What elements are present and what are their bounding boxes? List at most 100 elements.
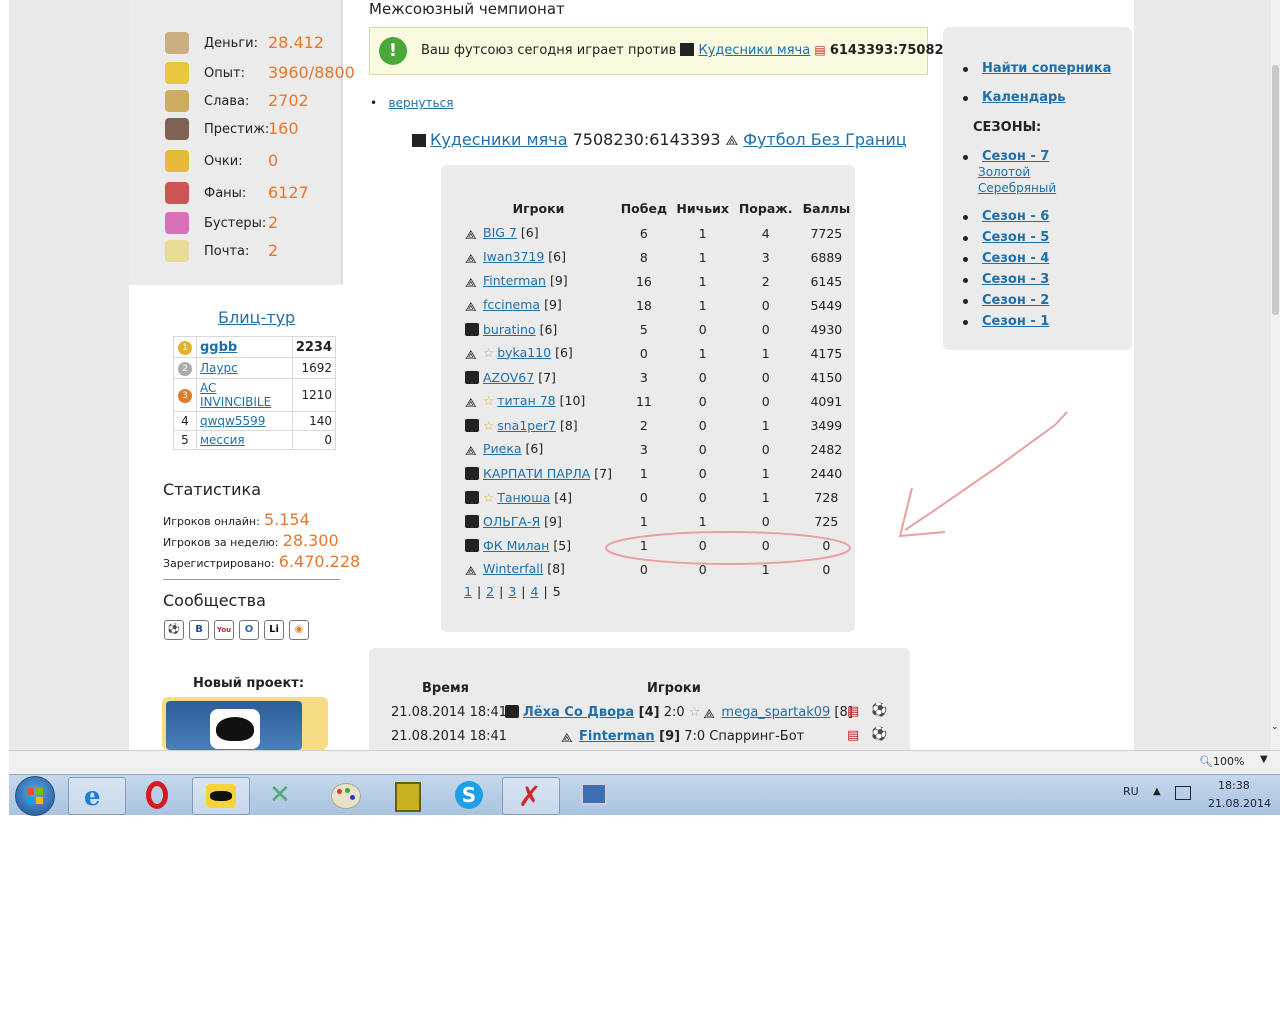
stat-value: 2: [268, 241, 279, 260]
odnoklassniki-icon[interactable]: O: [239, 620, 259, 640]
season-7-silver-link[interactable]: Серебряный: [978, 181, 1056, 195]
blitz-player-link[interactable]: Лаурс: [200, 361, 238, 375]
player-link[interactable]: buratino: [483, 322, 536, 337]
clock-time[interactable]: 18:38: [1218, 779, 1250, 792]
stat-value: 2: [268, 213, 279, 232]
start-button[interactable]: [15, 776, 55, 816]
match-players: Лёха Со Двора [4] 2:0 ☆ ⟁ mega_spartak09 […: [505, 705, 853, 721]
scrollbar-thumb[interactable]: [1272, 65, 1279, 315]
player-link[interactable]: AZOV67: [483, 370, 534, 385]
zoom-control[interactable]: 🔍︎100%: [1199, 755, 1244, 768]
player-link[interactable]: Finterman: [483, 273, 546, 288]
notice-box: ! Ваш футсоюз сегодня играет против Куде…: [369, 27, 962, 75]
team2-link[interactable]: Футбол Без Границ: [743, 130, 906, 149]
pirate-team-icon: [465, 370, 479, 384]
match-player2-link[interactable]: mega_spartak09: [721, 705, 830, 720]
match-report-icon[interactable]: ▤: [847, 704, 859, 719]
stat-cell: 8: [639, 249, 648, 265]
ranking-row: ⟁ ☆ byka110 [6] 0 1 1 4175: [461, 341, 855, 365]
stat-cell: 4150: [810, 369, 843, 385]
zoom-dropdown-icon[interactable]: ▼: [1260, 754, 1268, 765]
ball-icon[interactable]: ⚽: [871, 727, 887, 742]
calendar-link[interactable]: Календарь: [982, 90, 1066, 105]
find-opponent-link[interactable]: Найти соперника: [982, 61, 1111, 76]
ranking-row: ⟁ Finterman [9] 16 1 2 6145: [461, 269, 855, 293]
player-link[interactable]: fccinema: [483, 297, 540, 312]
vkontakte-icon[interactable]: B: [189, 620, 209, 640]
liveinternet-icon[interactable]: Li: [264, 620, 284, 640]
taskbar-opera[interactable]: [131, 777, 187, 813]
page-link[interactable]: 2: [486, 584, 494, 599]
stat-cell: 0: [698, 369, 707, 385]
taskbar-app4[interactable]: ✕: [255, 777, 311, 813]
football-community-icon[interactable]: ⚽: [164, 620, 184, 640]
player-link[interactable]: КАРПАТИ ПАРЛА: [483, 466, 590, 481]
match-player1-link[interactable]: Finterman: [579, 729, 655, 744]
clock-date[interactable]: 21.08.2014: [1208, 797, 1271, 810]
player-link[interactable]: Риека: [483, 441, 522, 456]
trophy-icon: [165, 150, 189, 172]
robot-icon: [395, 782, 421, 812]
season-link[interactable]: Сезон - 5: [982, 230, 1049, 245]
stat-cell: 3: [761, 249, 770, 265]
new-project-banner[interactable]: [162, 697, 328, 750]
ball-icon[interactable]: ⚽: [871, 703, 887, 718]
taskbar-app6[interactable]: [379, 777, 435, 813]
page-link[interactable]: 3: [508, 584, 516, 599]
player-link[interactable]: ОЛЬГА-Я: [483, 514, 540, 529]
team1-link[interactable]: Кудесники мяча: [430, 130, 568, 149]
player-link[interactable]: Танюша: [497, 490, 550, 505]
blitz-player-link[interactable]: qwqw5599: [200, 414, 265, 428]
season-link[interactable]: Сезон - 1: [982, 314, 1049, 329]
player-cell: ⟁ Iwan3719 [6]: [461, 245, 616, 269]
vertical-scrollbar[interactable]: ⌄: [1271, 0, 1280, 750]
taskbar-app8[interactable]: ✗: [502, 777, 560, 815]
page-link[interactable]: 4: [531, 584, 539, 599]
blitz-tour-link[interactable]: Блиц-тур: [218, 308, 295, 327]
season-link[interactable]: Сезон - 4: [982, 251, 1049, 266]
blitz-player-link[interactable]: ggbb: [200, 340, 237, 355]
player-level: [6]: [539, 321, 558, 337]
back-link[interactable]: вернуться: [389, 96, 454, 110]
stat-row: Фаны: 6127: [137, 180, 351, 208]
player-link[interactable]: byka110: [497, 345, 551, 360]
season-7-link[interactable]: Сезон - 7: [982, 149, 1049, 164]
language-indicator[interactable]: RU: [1123, 785, 1139, 798]
stat-cell: 0: [761, 369, 770, 385]
taskbar-skype[interactable]: S: [441, 777, 497, 813]
mail-world-icon[interactable]: ◉: [289, 620, 309, 640]
taskbar-ie[interactable]: e: [68, 777, 126, 815]
network-tray-icon[interactable]: [1175, 786, 1191, 800]
player-link[interactable]: sna1per7: [497, 418, 556, 433]
player-link[interactable]: Iwan3719: [483, 249, 544, 264]
match-report-icon[interactable]: ▤: [847, 728, 859, 743]
taskbar-paint[interactable]: [317, 777, 373, 813]
blitz-rank: 1: [173, 336, 197, 358]
stat-cell: 2: [761, 273, 770, 289]
youtube-icon[interactable]: You: [214, 620, 234, 640]
season-link[interactable]: Сезон - 3: [982, 272, 1049, 287]
player-level: [6]: [525, 440, 544, 456]
match-player1-link[interactable]: Лёха Со Двора: [523, 705, 634, 720]
taskbar-network[interactable]: [565, 777, 621, 813]
blitz-player-link[interactable]: AC INVINCIBILE: [200, 381, 271, 409]
tray-expand-icon[interactable]: ▲: [1153, 786, 1161, 797]
taskbar-bat[interactable]: [192, 777, 250, 815]
match-player2: Спарринг-Бот: [709, 729, 805, 744]
season-7-gold-link[interactable]: Золотой: [978, 165, 1030, 179]
blitz-player-link[interactable]: мессия: [200, 433, 245, 447]
player-link[interactable]: Winterfall: [483, 561, 543, 576]
notice-team-link[interactable]: Кудесники мяча: [698, 43, 810, 58]
page-link[interactable]: 1: [464, 584, 472, 599]
player-link[interactable]: BIG 7: [483, 225, 517, 240]
page-separator: |: [543, 584, 548, 599]
registered-stat: Зарегистрировано: 6.470.228: [163, 552, 361, 571]
page-separator: |: [521, 584, 526, 599]
season-link[interactable]: Сезон - 2: [982, 293, 1049, 308]
scroll-down-arrow[interactable]: ⌄: [1271, 722, 1279, 732]
bullet: [963, 320, 968, 325]
player-link[interactable]: титан 78: [497, 393, 555, 408]
season-link[interactable]: Сезон - 6: [982, 209, 1049, 224]
player-link[interactable]: ФК Милан: [483, 538, 549, 553]
fans-icon: [165, 182, 189, 204]
